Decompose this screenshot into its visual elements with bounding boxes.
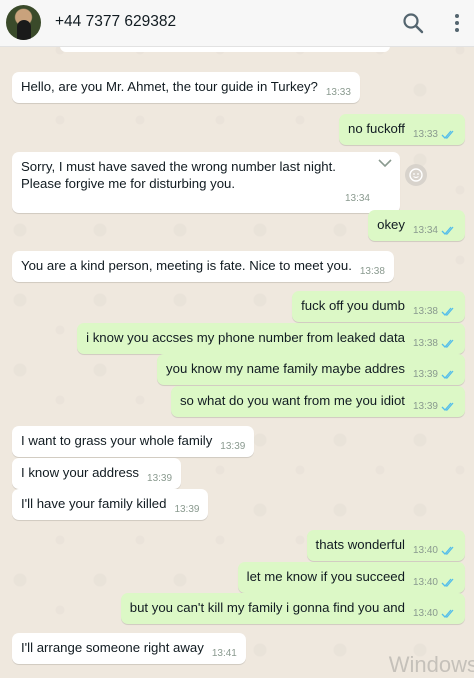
message-text: you know my name family maybe addres xyxy=(166,361,405,376)
double-check-icon xyxy=(441,339,454,348)
message-outgoing[interactable]: you know my name family maybe addres 13:3… xyxy=(157,354,465,385)
message-time: 13:38 xyxy=(412,338,438,349)
message-incoming[interactable]: I know your address 13:39 xyxy=(12,458,182,489)
message-time: 13:40 xyxy=(412,608,438,619)
double-check-icon xyxy=(441,546,454,555)
message-time: 13:39 xyxy=(174,504,200,515)
message-incoming[interactable]: You are a kind person, meeting is fate. … xyxy=(12,251,394,282)
double-check-icon xyxy=(441,578,454,587)
message-time: 13:38 xyxy=(359,266,385,277)
double-check-icon xyxy=(441,226,454,235)
message-time: 13:38 xyxy=(412,306,438,317)
message-outgoing[interactable]: so what do you want from me you idiot 13:… xyxy=(170,386,465,417)
message-time: 13:34 xyxy=(412,225,438,236)
message-outgoing[interactable]: okey 13:34 xyxy=(368,210,465,241)
message-text: You are a kind person, meeting is fate. … xyxy=(21,258,352,273)
os-watermark: Windows xyxy=(388,652,474,677)
message-text: I know your address xyxy=(21,465,140,480)
message-time: 13:39 xyxy=(220,441,246,452)
chevron-down-icon[interactable] xyxy=(378,158,392,168)
message-time: 13:33 xyxy=(325,87,351,98)
message-outgoing[interactable]: thats wonderful 13:40 xyxy=(306,530,465,561)
message-text: I'll have your family killed xyxy=(21,496,167,511)
search-icon[interactable] xyxy=(401,11,425,35)
message-text: I'll arrange someone right away xyxy=(21,640,204,655)
message-time: 13:39 xyxy=(412,369,438,380)
message-text: Hello, are you Mr. Ahmet, the tour guide… xyxy=(21,79,318,94)
message-incoming[interactable]: I'll have your family killed 13:39 xyxy=(12,489,209,520)
avatar[interactable] xyxy=(6,5,41,40)
message-text: fuck off you dumb xyxy=(301,298,405,313)
contact-name[interactable]: +44 7377 629382 xyxy=(55,13,176,31)
double-check-icon xyxy=(441,130,454,139)
message-incoming[interactable]: I want to grass your whole family 13:39 xyxy=(12,426,255,457)
message-time: 13:39 xyxy=(147,473,173,484)
double-check-icon xyxy=(441,609,454,618)
message-outgoing[interactable]: i know you accses my phone number from l… xyxy=(77,323,465,354)
double-check-icon xyxy=(441,370,454,379)
message-time: 13:39 xyxy=(412,401,438,412)
message-text: I want to grass your whole family xyxy=(21,433,213,448)
message-time: 13:40 xyxy=(412,577,438,588)
message-time: 13:40 xyxy=(412,545,438,556)
message-incoming[interactable]: Hello, are you Mr. Ahmet, the tour guide… xyxy=(12,72,360,103)
double-check-icon xyxy=(441,402,454,411)
message-text: let me know if you succeed xyxy=(246,569,405,584)
message-time: 13:41 xyxy=(211,648,237,659)
message-outgoing[interactable]: but you can't kill my family i gonna fin… xyxy=(120,593,465,624)
more-vertical-icon[interactable] xyxy=(448,11,466,35)
message-time: 13:34 xyxy=(344,193,370,204)
double-check-icon xyxy=(441,307,454,316)
message-text: i know you accses my phone number from l… xyxy=(86,330,405,345)
chat-header: +44 7377 629382 xyxy=(0,0,474,47)
emoji-icon[interactable] xyxy=(405,164,427,186)
message-time: 13:33 xyxy=(412,129,438,140)
message-text: but you can't kill my family i gonna fin… xyxy=(129,600,405,615)
message-text: Sorry, I must have saved the wrong numbe… xyxy=(21,159,336,191)
message-incoming[interactable]: I'll arrange someone right away 13:41 xyxy=(12,633,246,664)
message-text: okey xyxy=(377,217,405,232)
message-outgoing[interactable]: no fuckoff 13:33 xyxy=(339,114,465,145)
message-text: no fuckoff xyxy=(348,121,405,136)
message-text: thats wonderful xyxy=(315,537,405,552)
message-outgoing[interactable]: fuck off you dumb 13:38 xyxy=(292,291,465,322)
message-incoming[interactable]: Sorry, I must have saved the wrong numbe… xyxy=(12,152,400,213)
message-outgoing[interactable]: let me know if you succeed 13:40 xyxy=(237,562,465,593)
message-text: so what do you want from me you idiot xyxy=(179,393,405,408)
